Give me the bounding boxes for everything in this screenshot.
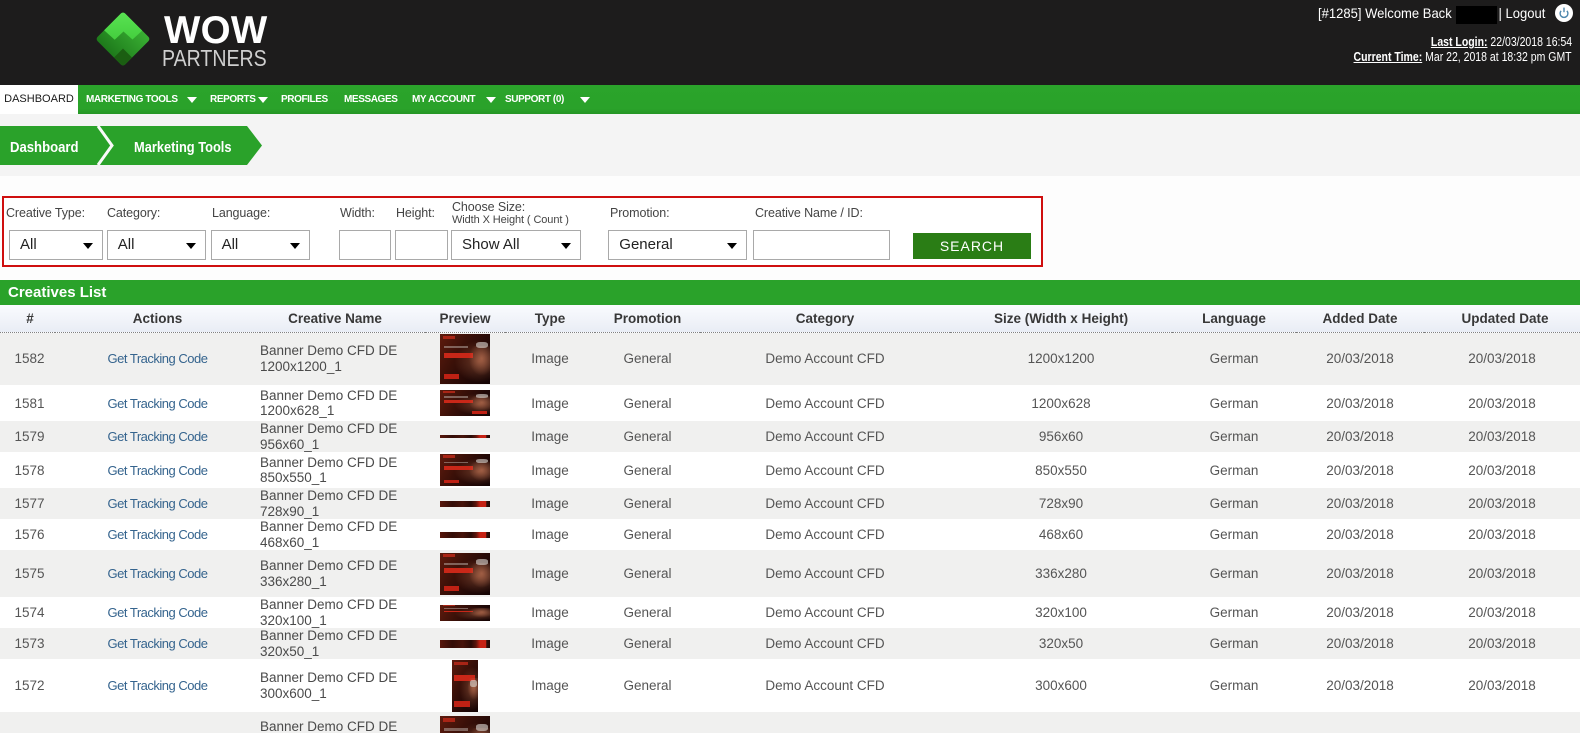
svg-text:Dashboard: Dashboard xyxy=(10,139,79,156)
svg-text:Marketing Tools: Marketing Tools xyxy=(134,139,232,156)
